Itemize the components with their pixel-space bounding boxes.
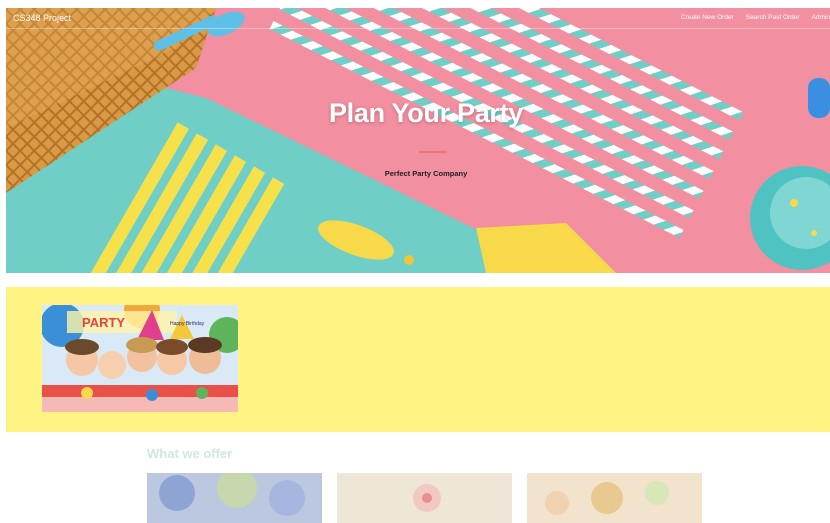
hero-subtitle: Perfect Party Company	[384, 169, 468, 178]
kids-party-image: PARTY Happy Birthday	[42, 305, 238, 412]
nav-link-create-new-order[interactable]: Create New Order	[681, 14, 734, 21]
nav-link-admin[interactable]: Admin	[812, 14, 830, 21]
nav-links: Create New Order Search Past Order Admin	[681, 14, 830, 21]
feature-band: PARTY Happy Birthday	[6, 287, 830, 432]
kids-party-photo: PARTY Happy Birthday	[42, 305, 238, 412]
offer-card-image	[337, 473, 512, 523]
offer-cards	[147, 473, 703, 523]
offer-card-balloons[interactable]	[147, 473, 322, 523]
offer-heading: What we offer	[147, 446, 233, 461]
nav-link-search-past-order[interactable]: Search Past Order	[746, 14, 800, 21]
party-banner-text: PARTY	[82, 315, 125, 330]
top-navbar: CS348 Project Create New Order Search Pa…	[6, 8, 830, 29]
hero-section: CS348 Project Create New Order Search Pa…	[6, 8, 830, 273]
offer-card-food[interactable]	[527, 473, 702, 523]
offer-card-image	[147, 473, 322, 523]
hero-title: Plan Your Party	[328, 98, 524, 128]
hero-divider	[419, 151, 447, 153]
page: CS348 Project Create New Order Search Pa…	[0, 0, 830, 523]
hero-background-image	[6, 8, 830, 273]
brand-link[interactable]: CS348 Project	[13, 13, 71, 23]
offer-card-image	[527, 473, 702, 523]
hat-text: Happy Birthday	[170, 321, 205, 327]
offer-card-decor[interactable]	[337, 473, 512, 523]
